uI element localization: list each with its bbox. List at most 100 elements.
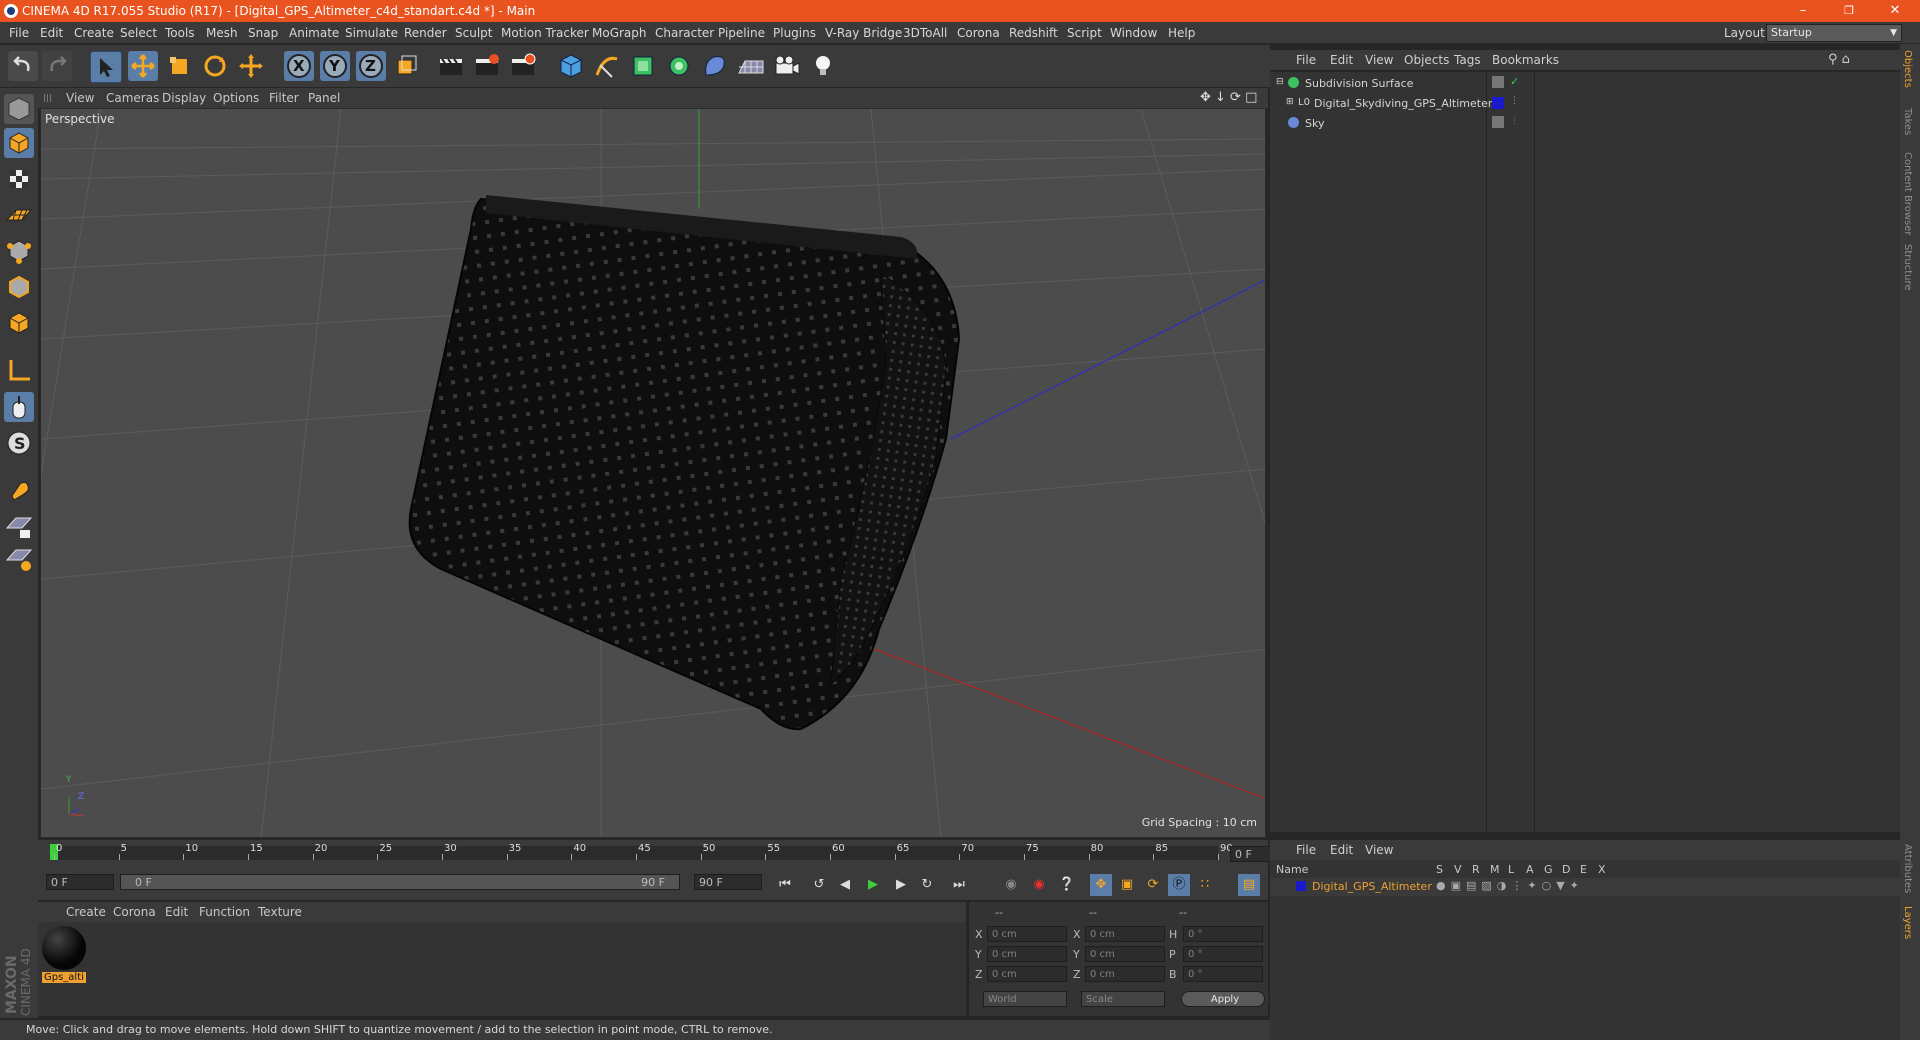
size-x-field[interactable]: 0 cm (1085, 926, 1165, 942)
menu-render[interactable]: Render (404, 26, 447, 40)
visibility-dots-icon[interactable]: ⋮ (1510, 96, 1519, 106)
camera-icon[interactable] (772, 51, 802, 81)
restore-button[interactable]: ❐ (1826, 0, 1872, 22)
axis-mode-icon[interactable] (4, 356, 34, 386)
record-keys-disabled-icon[interactable]: ◉ (1000, 874, 1022, 896)
viewport-menu-cameras[interactable]: Cameras (106, 91, 159, 105)
panel-grip-icon[interactable] (44, 94, 52, 102)
viewport-menu-panel[interactable]: Panel (308, 91, 340, 105)
viewport-menu-filter[interactable]: Filter (269, 91, 299, 105)
render-settings-icon[interactable] (508, 51, 538, 81)
rotate-icon[interactable] (200, 51, 230, 81)
render-picture-viewer-icon[interactable] (472, 51, 502, 81)
planar-workplane-icon[interactable] (4, 544, 34, 574)
tab-objects[interactable]: Objects (1902, 50, 1913, 88)
menu-vray-bridge[interactable]: V-Ray Bridge (825, 26, 902, 40)
rotation-h-field[interactable]: 0 ° (1183, 926, 1263, 942)
workplane-mode-icon[interactable] (4, 200, 34, 230)
edges-mode-icon[interactable] (4, 272, 34, 302)
locked-workplane-icon[interactable] (4, 512, 34, 542)
object-row[interactable]: Sky ⋮ (1270, 114, 1900, 133)
layout-dropdown[interactable]: Startup ▼ (1766, 24, 1902, 42)
array-icon[interactable] (664, 51, 694, 81)
object-menu-objects[interactable]: Objects (1404, 53, 1449, 67)
object-row[interactable]: ⊞ L0 Digital_Skydiving_GPS_Altimeter ⋮ (1270, 94, 1900, 113)
menu-sculpt[interactable]: Sculpt (455, 26, 492, 40)
menu-character[interactable]: Character (655, 26, 714, 40)
layer-toggle-icons[interactable]: ●▣▤▧◑⋮✦○▼✦ (1436, 879, 1584, 892)
viewport-navigate-icons[interactable]: ✥ ↓ ⟳ □ (1200, 90, 1257, 105)
tab-layers[interactable]: Layers (1902, 906, 1913, 939)
tab-content-browser[interactable]: Content Browser (1902, 152, 1913, 235)
layer-row[interactable]: Digital_GPS_Altimeter ●▣▤▧◑⋮✦○▼✦ (1270, 878, 1900, 896)
minimize-button[interactable]: – (1780, 0, 1826, 22)
altimeter-model[interactable] (408, 195, 961, 731)
coordinate-mode-dropdown[interactable]: World (983, 991, 1067, 1007)
layer-color-swatch[interactable] (1296, 881, 1306, 891)
start-frame-field[interactable]: 0 F (46, 874, 114, 890)
texture-mode-icon[interactable] (4, 164, 34, 194)
menu-mograph[interactable]: MoGraph (592, 26, 647, 40)
next-frame-icon[interactable]: ▶ (890, 874, 912, 896)
menu-snap[interactable]: Snap (248, 26, 278, 40)
object-menu-tags[interactable]: Tags (1454, 53, 1481, 67)
parameter-key-icon[interactable]: Ⓟ (1168, 874, 1190, 896)
tweak-mode-icon[interactable] (4, 392, 34, 422)
menu-help[interactable]: Help (1168, 26, 1195, 40)
menu-file[interactable]: File (9, 26, 29, 40)
scale-icon[interactable] (164, 51, 194, 81)
tab-takes[interactable]: Takes (1902, 108, 1913, 135)
magnet-snap-icon[interactable] (4, 476, 34, 506)
menu-script[interactable]: Script (1067, 26, 1102, 40)
end-frame-field[interactable]: 90 F (694, 874, 762, 890)
timeline-track[interactable] (50, 846, 1218, 860)
coordinate-system-icon[interactable] (392, 51, 422, 81)
layer-color-swatch[interactable] (1492, 97, 1504, 109)
visibility-tag-icon[interactable] (1492, 76, 1504, 88)
play-icon[interactable]: ▶ (862, 874, 884, 896)
previous-frame-icon[interactable]: ◀ (834, 874, 856, 896)
size-mode-dropdown[interactable]: Scale (1081, 991, 1165, 1007)
transform-icon[interactable] (236, 51, 266, 81)
material-menu-function[interactable]: Function (199, 905, 250, 919)
object-name[interactable]: Sky (1305, 117, 1324, 130)
viewport-menu-display[interactable]: Display (162, 91, 206, 105)
floor-icon[interactable] (736, 51, 766, 81)
frame-range-slider[interactable]: 0 F 90 F (120, 874, 680, 890)
menu-corona[interactable]: Corona (957, 26, 1000, 40)
menu-3dtoall[interactable]: 3DToAll (903, 26, 947, 40)
undo-icon[interactable] (8, 51, 38, 81)
apply-button[interactable]: Apply (1181, 991, 1265, 1007)
next-key-icon[interactable]: ↻ (916, 874, 938, 896)
object-menu-bookmarks[interactable]: Bookmarks (1492, 53, 1559, 67)
visibility-dots-icon[interactable]: ⋮ (1510, 116, 1519, 126)
tab-structure[interactable]: Structure (1902, 244, 1913, 291)
go-to-start-icon[interactable]: ⏮ (774, 874, 796, 896)
menu-edit[interactable]: Edit (40, 26, 63, 40)
spline-pen-icon[interactable] (592, 51, 622, 81)
autokey-icon[interactable]: ◉ (1028, 874, 1050, 896)
layer-menu-file[interactable]: File (1296, 843, 1316, 857)
z-axis-icon[interactable]: Z (356, 51, 386, 81)
menu-mesh[interactable]: Mesh (206, 26, 238, 40)
position-y-field[interactable]: 0 cm (987, 946, 1067, 962)
position-x-field[interactable]: 0 cm (987, 926, 1067, 942)
object-name[interactable]: Digital_Skydiving_GPS_Altimeter (1314, 97, 1492, 110)
select-icon[interactable] (90, 51, 122, 83)
rotation-p-field[interactable]: 0 ° (1183, 946, 1263, 962)
solo-mode-icon[interactable]: S (4, 428, 34, 458)
menu-select[interactable]: Select (120, 26, 157, 40)
menu-window[interactable]: Window (1110, 26, 1157, 40)
material-menu-texture[interactable]: Texture (258, 905, 302, 919)
move-icon[interactable] (128, 51, 158, 81)
perspective-viewport[interactable]: Y Z Perspective Grid Spacing : 10 cm (40, 108, 1266, 838)
rotation-b-field[interactable]: 0 ° (1183, 966, 1263, 982)
material-menu-create[interactable]: Create (66, 905, 106, 919)
cube-primitive-icon[interactable] (556, 51, 586, 81)
visibility-tag-icon[interactable] (1492, 116, 1504, 128)
close-button[interactable]: ✕ (1872, 0, 1918, 22)
position-z-field[interactable]: 0 cm (987, 966, 1067, 982)
menu-simulate[interactable]: Simulate (345, 26, 398, 40)
go-to-end-icon[interactable]: ⏭ (948, 874, 970, 896)
object-row[interactable]: ⊟ Subdivision Surface ✓ (1270, 74, 1900, 93)
